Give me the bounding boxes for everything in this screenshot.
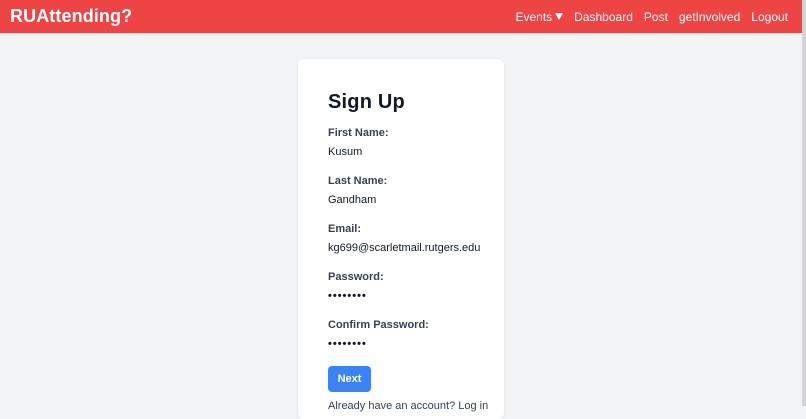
form-title: Sign Up bbox=[328, 91, 405, 113]
password-field: Password: •••••••• bbox=[328, 269, 504, 305]
nav-dashboard-link[interactable]: Dashboard bbox=[574, 10, 633, 24]
login-prompt-text: Already have an account? bbox=[328, 400, 456, 412]
nav-links: Events Dashboard Post getInvolved Logout bbox=[515, 10, 788, 24]
first-name-input[interactable]: Kusum bbox=[328, 143, 504, 161]
next-button[interactable]: Next bbox=[328, 366, 371, 392]
confirm-password-input[interactable]: •••••••• bbox=[328, 335, 504, 353]
first-name-field: First Name: Kusum bbox=[328, 125, 504, 161]
nav-events-dropdown[interactable]: Events bbox=[515, 9, 564, 24]
login-link[interactable]: Log in bbox=[458, 400, 488, 412]
nav-post-link[interactable]: Post bbox=[644, 10, 668, 24]
last-name-label: Last Name: bbox=[328, 175, 388, 187]
nav-events-label: Events bbox=[515, 9, 553, 24]
password-input[interactable]: •••••••• bbox=[328, 287, 504, 305]
nav-get-involved-link[interactable]: getInvolved bbox=[679, 10, 740, 24]
email-field: Email: kg699@scarletmail.rutgers.edu bbox=[328, 221, 504, 257]
signup-card: Sign Up First Name: Kusum Last Name: Gan… bbox=[298, 59, 504, 419]
login-prompt-line: Already have an account? Log in bbox=[328, 400, 504, 412]
confirm-password-field: Confirm Password: •••••••• bbox=[328, 317, 504, 353]
brand-logo[interactable]: RUAttending? bbox=[10, 6, 132, 27]
page-scrollbar[interactable] bbox=[802, 0, 806, 406]
confirm-password-label: Confirm Password: bbox=[328, 319, 429, 331]
top-navbar: RUAttending? Events Dashboard Post getIn… bbox=[0, 0, 802, 33]
last-name-input[interactable]: Gandham bbox=[328, 191, 504, 209]
email-label: Email: bbox=[328, 223, 362, 235]
caret-down-icon bbox=[555, 13, 564, 20]
nav-logout-link[interactable]: Logout bbox=[751, 10, 788, 24]
last-name-field: Last Name: Gandham bbox=[328, 173, 504, 209]
first-name-label: First Name: bbox=[328, 127, 389, 139]
password-label: Password: bbox=[328, 271, 384, 283]
email-input[interactable]: kg699@scarletmail.rutgers.edu bbox=[328, 239, 504, 257]
